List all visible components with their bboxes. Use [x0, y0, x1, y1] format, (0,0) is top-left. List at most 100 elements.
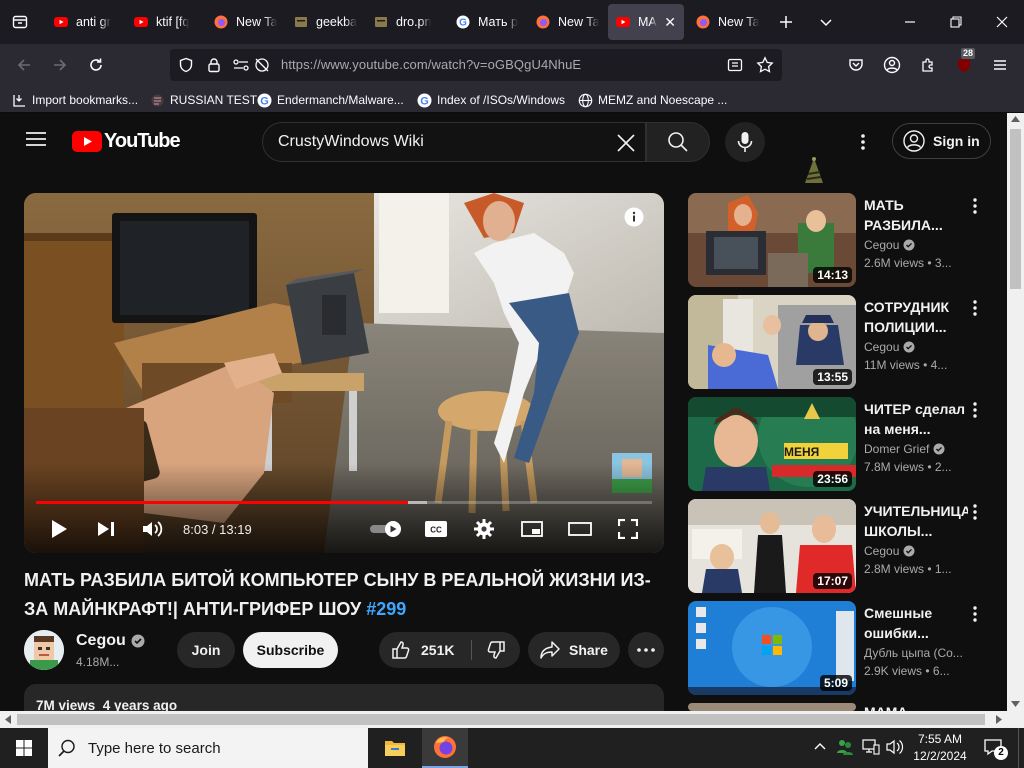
lock-icon[interactable] — [206, 57, 222, 73]
reader-view-icon[interactable] — [727, 57, 743, 73]
scroll-down-arrow-icon[interactable] — [1011, 701, 1020, 707]
video-thumbnail[interactable]: 17:07 — [688, 499, 856, 593]
recommendation-item[interactable]: 13:55 СОТРУДНИК ПОЛИЦИИ... Cegou 11M vie… — [688, 295, 988, 391]
more-vertical-icon[interactable] — [972, 197, 980, 215]
search-box[interactable]: CrustyWindows Wiki — [262, 122, 646, 162]
recommendation-title[interactable]: МАТЬ РАЗБИЛА... — [864, 195, 968, 235]
sign-in-button[interactable]: Sign in — [892, 123, 991, 159]
recommendation-channel[interactable]: Дубль цыпа (Co... — [864, 646, 963, 660]
search-button[interactable] — [646, 122, 710, 162]
next-button[interactable] — [95, 517, 117, 541]
settings-more-icon[interactable] — [860, 133, 866, 151]
close-window-button[interactable] — [984, 4, 1020, 40]
bookmark-russian-test[interactable]: RUSSIAN TEST — [150, 90, 257, 110]
dislike-button[interactable] — [472, 632, 520, 668]
video-thumbnail[interactable]: МЕНЯ 23:56 — [688, 397, 856, 491]
join-button[interactable]: Join — [177, 632, 235, 668]
channel-avatar[interactable] — [24, 630, 64, 670]
show-hidden-icons-chevron-up-icon[interactable] — [814, 742, 826, 750]
recommendation-item[interactable]: МЕНЯ 23:56 ЧИТЕР сделал на меня... Domer… — [688, 397, 988, 493]
tab-8[interactable]: New Ta — [688, 4, 768, 40]
tab-3[interactable]: geekba — [286, 4, 366, 40]
more-vertical-icon[interactable] — [972, 605, 980, 623]
tab-2[interactable]: New Ta — [206, 4, 286, 40]
miniplayer-button[interactable] — [520, 517, 544, 541]
taskbar-clock[interactable]: 7:55 AM 12/2/2024 — [910, 731, 970, 765]
recommendation-title[interactable]: СОТРУДНИК ПОЛИЦИИ... — [864, 297, 968, 337]
bookmark-import[interactable]: Import bookmarks... — [12, 90, 138, 110]
like-button[interactable]: 251K — [379, 632, 471, 668]
progress-track[interactable] — [36, 501, 652, 504]
back-arrow-icon[interactable] — [8, 49, 40, 81]
extensions-puzzle-icon[interactable] — [912, 49, 944, 81]
start-button[interactable] — [0, 728, 48, 768]
settings-button[interactable] — [472, 517, 496, 541]
video-hashtag[interactable]: #299 — [366, 599, 406, 619]
list-tabs-chevron-down-icon[interactable] — [808, 4, 844, 40]
guide-menu-icon[interactable] — [26, 131, 46, 147]
show-desktop-button[interactable] — [1018, 728, 1024, 768]
recommendation-item[interactable]: 5:09 Смешные ошибки... Дубль цыпа (Co...… — [688, 601, 988, 697]
bookmark-endermanch[interactable]: G Endermanch/Malware... — [257, 90, 404, 110]
channel-name[interactable]: Cegou — [76, 632, 145, 650]
video-thumbnail[interactable] — [688, 703, 856, 711]
restore-button[interactable] — [938, 4, 974, 40]
forward-arrow-icon[interactable] — [44, 49, 76, 81]
search-input[interactable]: CrustyWindows Wiki — [278, 133, 424, 151]
subtitles-button[interactable]: CC — [424, 517, 448, 541]
network-icon[interactable] — [862, 739, 880, 755]
minimize-button[interactable] — [892, 4, 928, 40]
share-button[interactable]: Share — [528, 632, 620, 668]
reload-icon[interactable] — [80, 49, 112, 81]
scrollbar-thumb[interactable] — [17, 714, 985, 725]
recommendation-title[interactable]: УЧИТЕЛЬНИЦА ШКОЛЫ... — [864, 501, 968, 541]
scroll-up-arrow-icon[interactable] — [1011, 116, 1020, 122]
bookmark-isos[interactable]: G Index of /ISOs/Windows — [417, 90, 565, 110]
tab-4[interactable]: dro.pn — [366, 4, 446, 40]
tab-7-active[interactable]: MA ✕ — [608, 4, 684, 40]
scroll-right-arrow-icon[interactable] — [996, 715, 1002, 724]
more-vertical-icon[interactable] — [972, 503, 980, 521]
vertical-scrollbar[interactable] — [1007, 113, 1024, 711]
more-actions-button[interactable] — [628, 632, 664, 668]
shield-icon[interactable] — [178, 57, 194, 73]
recommendation-channel[interactable]: Domer Grief — [864, 442, 945, 456]
tab-5[interactable]: G Мать р — [448, 4, 528, 40]
scroll-left-arrow-icon[interactable] — [5, 715, 11, 724]
video-player[interactable] — [24, 193, 664, 553]
recommendation-title[interactable]: ЧИТЕР сделал на меня... — [864, 399, 968, 439]
notifications-button[interactable]: 2 — [984, 738, 1008, 760]
recommendation-item[interactable]: МАМА — [688, 703, 988, 711]
video-thumbnail[interactable]: 14:13 — [688, 193, 856, 287]
recommendation-channel[interactable]: Cegou — [864, 238, 915, 252]
info-icon[interactable] — [624, 207, 644, 227]
url-text[interactable]: https://www.youtube.com/watch?v=oGBQgU4N… — [281, 57, 581, 72]
pocket-icon[interactable] — [840, 49, 872, 81]
autoplay-toggle[interactable] — [368, 517, 404, 541]
recommendation-channel[interactable]: Cegou — [864, 544, 915, 558]
fullscreen-button[interactable] — [616, 517, 640, 541]
taskbar-search-box[interactable]: Type here to search — [48, 728, 368, 768]
video-thumbnail[interactable]: 5:09 — [688, 601, 856, 695]
clear-search-icon[interactable] — [616, 133, 636, 153]
recommendation-channel[interactable]: Cegou — [864, 340, 915, 354]
permissions-icon[interactable] — [232, 57, 250, 73]
tab-6[interactable]: New Ta — [528, 4, 608, 40]
play-button[interactable] — [48, 517, 70, 541]
subscribe-button[interactable]: Subscribe — [243, 632, 338, 668]
volume-tray-icon[interactable] — [886, 739, 904, 755]
people-tray-icon[interactable] — [836, 738, 854, 756]
file-explorer-button[interactable] — [374, 728, 416, 768]
tab-1[interactable]: ktif [fq — [126, 4, 206, 40]
recommendation-title[interactable]: МАМА — [864, 703, 968, 711]
close-tab-icon[interactable]: ✕ — [664, 14, 676, 31]
account-icon[interactable] — [876, 49, 908, 81]
theater-mode-button[interactable] — [568, 517, 592, 541]
more-vertical-icon[interactable] — [972, 299, 980, 317]
recommendation-title[interactable]: Смешные ошибки... — [864, 603, 968, 643]
new-tab-button[interactable] — [768, 4, 804, 40]
bookmark-memz[interactable]: MEMZ and Noescape ... — [578, 90, 727, 110]
address-bar[interactable]: https://www.youtube.com/watch?v=oGBQgU4N… — [170, 49, 782, 81]
volume-button[interactable] — [140, 517, 166, 541]
bookmark-star-icon[interactable] — [756, 56, 774, 74]
